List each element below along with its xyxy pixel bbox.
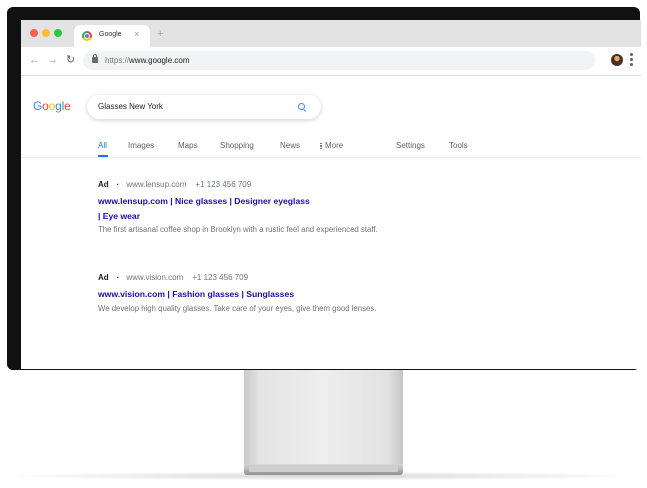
monitor-stand [244, 370, 403, 467]
browser-tab-google[interactable]: Google × [74, 25, 150, 47]
ad-result: Ad · www.lensup.com +1 123 456 709 www.lens… [98, 179, 378, 236]
browser-tab-bar: Google × + [21, 20, 641, 47]
result-url[interactable]: www.lensup.com [126, 180, 186, 189]
settings-link[interactable]: Settings [396, 141, 425, 150]
result-title-link[interactable]: www.lensup.com | Nice glasses | Designer… [98, 194, 348, 223]
ad-badge: Ad [98, 273, 109, 282]
meta-separator: · [116, 273, 120, 282]
tab-news[interactable]: News [280, 141, 300, 150]
ad-result: Ad · www.vision.com +1 123 456 709 www.visi… [98, 272, 378, 315]
url-host: www.google.com [129, 56, 190, 65]
tab-more-label: More [325, 141, 344, 150]
google-logo[interactable]: Google [33, 99, 71, 113]
tools-link[interactable]: Tools [449, 141, 468, 150]
monitor-bezel: Google × + ← → ↻ https://www.google.com … [7, 7, 641, 370]
tab-maps[interactable]: Maps [178, 141, 198, 150]
logo-letter: e [64, 99, 71, 113]
tab-images[interactable]: Images [128, 141, 154, 150]
reload-icon[interactable]: ↻ [66, 55, 75, 66]
chrome-icon [82, 31, 92, 41]
logo-letter: G [33, 99, 43, 113]
search-results-page: Google Glasses New York All Images Maps … [21, 76, 641, 369]
result-url[interactable]: www.vision.com [126, 273, 183, 282]
result-phone[interactable]: +1 123 456 709 [195, 180, 251, 189]
more-dots-icon [320, 142, 322, 151]
forward-arrow-icon[interactable]: → [47, 55, 58, 66]
search-icon[interactable] [298, 103, 305, 110]
url-scheme: https:// [105, 56, 130, 65]
result-title-line: www.vision.com | Fashion glasses | Sungl… [98, 289, 295, 299]
lock-icon [92, 54, 98, 63]
stand-base-top [249, 466, 398, 472]
tab-close-icon[interactable]: × [134, 29, 139, 39]
address-bar[interactable]: https://www.google.com ☆ [83, 51, 595, 70]
window-maximize-button[interactable] [54, 29, 62, 37]
menu-kebab-icon[interactable] [630, 53, 633, 67]
stage: Google × + ← → ↻ https://www.google.com … [0, 0, 647, 488]
monitor-stand-base [244, 464, 403, 475]
result-description: We develop high quality glasses. Take ca… [98, 303, 377, 313]
browser-toolbar: ← → ↻ https://www.google.com ☆ [21, 47, 641, 76]
result-title-link[interactable]: www.vision.com | Fashion glasses | Sungl… [98, 287, 348, 302]
window-close-button[interactable] [30, 29, 38, 37]
search-query: Glasses New York [98, 102, 163, 111]
search-tabs: All Images Maps Shopping News More Setti… [21, 134, 641, 158]
tab-shopping[interactable]: Shopping [220, 141, 254, 150]
tab-all[interactable]: All [98, 141, 107, 150]
result-meta: Ad · www.vision.com +1 123 456 709 [98, 272, 378, 283]
tab-title: Google [99, 31, 122, 38]
screen: Google × + ← → ↻ https://www.google.com … [21, 20, 641, 369]
ad-badge: Ad [98, 180, 109, 189]
active-tab-indicator [98, 155, 108, 157]
back-arrow-icon[interactable]: ← [29, 55, 40, 66]
result-title-line: www.lensup.com | Nice glasses | Designer… [98, 196, 310, 206]
result-description: The first artisanal coffee shop in Brook… [98, 225, 378, 234]
url-text: https://www.google.com [105, 56, 190, 65]
search-input[interactable]: Glasses New York [87, 95, 321, 119]
result-title-line: | Eye wear [98, 210, 141, 221]
result-meta: Ad · www.lensup.com +1 123 456 709 [98, 179, 378, 190]
new-tab-button[interactable]: + [157, 29, 163, 40]
window-minimize-button[interactable] [42, 29, 50, 37]
tab-more[interactable]: More [320, 141, 343, 150]
profile-avatar[interactable] [611, 54, 623, 66]
result-phone[interactable]: +1 123 456 709 [192, 273, 248, 282]
meta-separator: · [116, 180, 120, 189]
